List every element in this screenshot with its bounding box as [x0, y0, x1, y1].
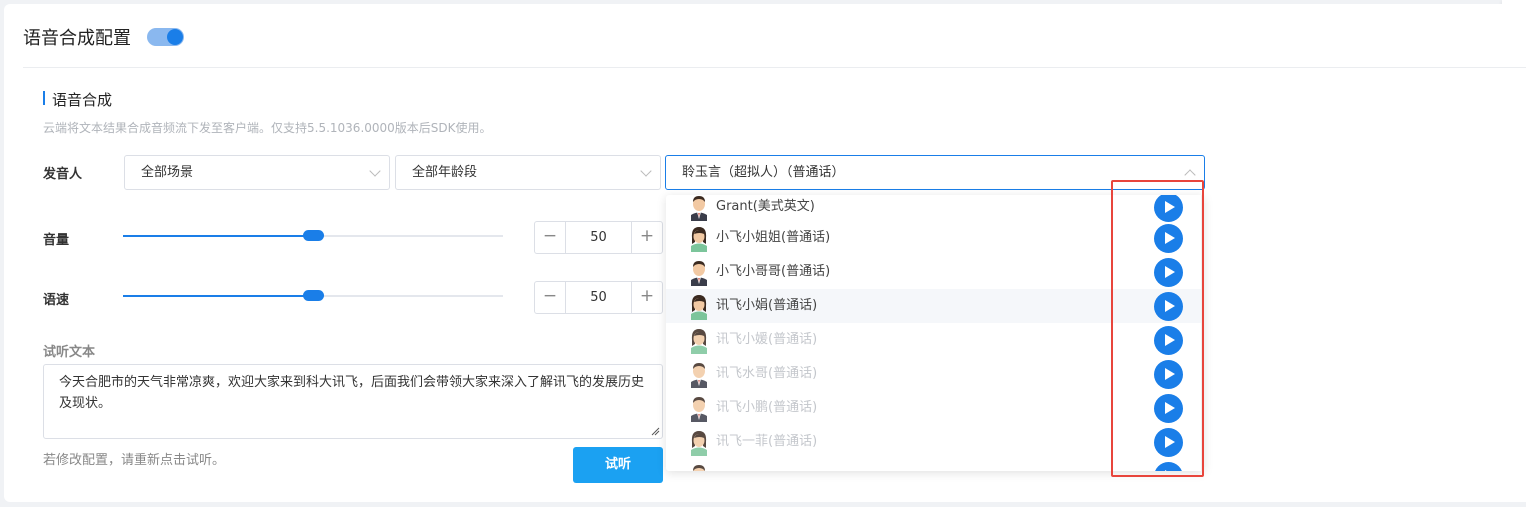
- speed-slider[interactable]: [123, 290, 503, 301]
- voice-option-label: 讯飞小媛(普通话): [716, 332, 818, 347]
- voice-option-label: 小飞小姐姐(普通话): [716, 230, 831, 245]
- scene-select-value: 全部场景: [141, 165, 194, 180]
- section-title: 语音合成: [52, 91, 113, 109]
- speed-label: 语速: [43, 293, 70, 308]
- resize-handle-icon[interactable]: [651, 427, 660, 436]
- voice-option-label: 讯飞小娟(普通话): [716, 298, 818, 313]
- age-select[interactable]: 全部年龄段: [395, 155, 661, 190]
- page-title: 语音合成配置: [23, 28, 131, 49]
- volume-slider-fill: [123, 235, 313, 237]
- section-accent-bar: [43, 91, 45, 105]
- play-buttons-highlight: [1111, 180, 1204, 477]
- male-avatar-icon: [688, 360, 710, 388]
- voice-select-value: 聆玉言（超拟人）（普通话）: [682, 165, 845, 180]
- speed-slider-fill: [123, 295, 313, 297]
- male-avatar-icon: [688, 195, 710, 221]
- tts-toggle[interactable]: [147, 28, 184, 46]
- scene-select[interactable]: 全部场景: [124, 155, 390, 190]
- age-select-value: 全部年龄段: [412, 165, 478, 180]
- male-avatar-icon: [688, 258, 710, 286]
- section-description: 云端将文本结果合成音频流下发至客户端。仅支持5.5.1036.0000版本后SD…: [43, 121, 492, 135]
- chevron-down-icon: [369, 165, 381, 177]
- volume-slider[interactable]: [123, 230, 503, 241]
- preview-textarea[interactable]: 今天合肥市的天气非常凉爽，欢迎大家来到科大讯飞，后面我们会带领大家来深入了解讯飞…: [43, 364, 663, 439]
- divider: [23, 67, 1526, 68]
- female-avatar-icon: [688, 428, 710, 456]
- male-avatar-icon: [688, 462, 710, 471]
- female-avatar-icon: [688, 224, 710, 252]
- volume-slider-handle[interactable]: [303, 230, 324, 241]
- speed-slider-handle[interactable]: [303, 290, 324, 301]
- voice-option-label: 讯飞一菲(普通话): [716, 434, 818, 449]
- volume-stepper: − 50 +: [534, 221, 663, 254]
- volume-decrease-button[interactable]: −: [535, 222, 566, 253]
- female-avatar-icon: [688, 326, 710, 354]
- speed-increase-button[interactable]: +: [631, 282, 662, 313]
- listen-button[interactable]: 试听: [573, 447, 663, 483]
- female-avatar-icon: [688, 292, 710, 320]
- chevron-up-icon: [1184, 169, 1196, 181]
- speed-decrease-button[interactable]: −: [535, 282, 566, 313]
- voice-option-label: 讯飞小鹏(普通话): [716, 400, 818, 415]
- preview-hint: 若修改配置，请重新点击试听。: [43, 453, 226, 468]
- speed-value[interactable]: 50: [566, 282, 631, 313]
- volume-increase-button[interactable]: +: [631, 222, 662, 253]
- preview-text-label: 试听文本: [43, 345, 96, 360]
- speaker-label: 发音人: [43, 167, 83, 182]
- volume-label: 音量: [43, 233, 70, 248]
- toggle-knob: [167, 29, 183, 45]
- voice-option-label: 讯飞水哥(普通话): [716, 366, 818, 381]
- preview-text: 今天合肥市的天气非常凉爽，欢迎大家来到科大讯飞，后面我们会带领大家来深入了解讯飞…: [59, 375, 645, 411]
- speed-stepper: − 50 +: [534, 281, 663, 314]
- male-avatar-icon: [688, 394, 710, 422]
- chevron-down-icon: [640, 165, 652, 177]
- voice-option-label: 小飞小哥哥(普通话): [716, 264, 831, 279]
- volume-value[interactable]: 50: [566, 222, 631, 253]
- voice-option-label: Grant(美式英文): [716, 199, 815, 214]
